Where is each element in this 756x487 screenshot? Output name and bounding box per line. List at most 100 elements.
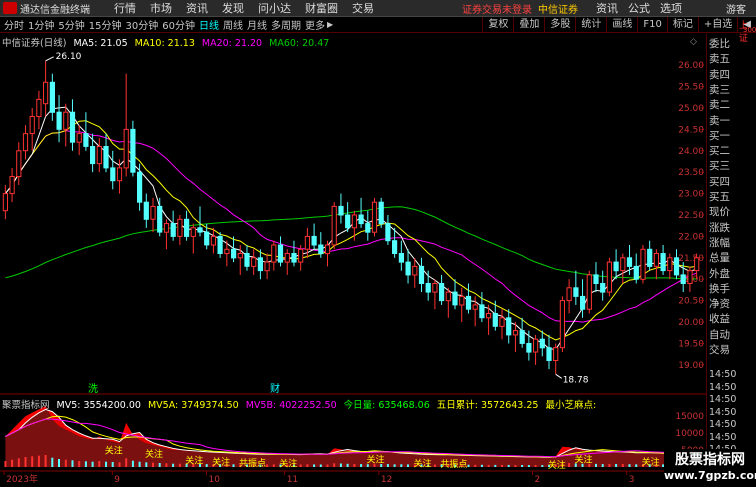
candle-body [398,253,404,263]
price-tick-label-7: 22.50 [678,211,704,221]
candle-body [653,253,659,267]
menu-item-wealth[interactable]: 财富圈 [305,0,338,16]
menu-item-discover[interactable]: 发现 [222,0,244,16]
date-label-6: 3 [629,475,635,485]
period-monthly[interactable]: 月线 [247,17,267,32]
candle-body [418,265,425,284]
volume-bar [501,464,503,467]
options-button[interactable]: 选项 [660,0,682,16]
period-multi[interactable]: 多周期 [271,17,301,32]
volume-bar [17,458,20,467]
candle-body [311,235,317,246]
formula-button[interactable]: 公式 [628,0,650,16]
menu-item-news[interactable]: 资讯 [186,0,208,16]
volume-bar [105,461,107,467]
volume-signal-label-4: 共振点 [239,457,266,469]
ma5-line [5,106,697,351]
candle-body [331,205,337,246]
date-label-1: 9 [114,475,120,485]
quote-label-11: 现价 [709,206,730,219]
candle-body [519,330,525,344]
volume-bar [474,464,477,467]
period-30min[interactable]: 30分钟 [125,17,158,32]
period-daily[interactable]: 日线 [199,17,219,32]
period-60min[interactable]: 60分钟 [162,17,195,32]
period-5min[interactable]: 5分钟 [58,17,84,32]
candle-body [559,300,565,349]
quote-label-19: 自动 [709,328,730,341]
candle-body [687,270,693,284]
period-weekly[interactable]: 周线 [223,17,243,32]
low-marker-label: 18.78 [563,375,589,385]
multi-stock-button[interactable]: 多股 [544,16,575,33]
volume-bar [601,464,604,467]
candle-body [533,338,539,353]
volume-signal-label-8: 共振点 [440,458,467,470]
period-15min[interactable]: 15分钟 [89,17,122,32]
indicator-title[interactable]: 聚票指标网 [2,400,50,411]
price-tick-label-4: 24.00 [678,147,704,157]
mark-button[interactable]: 标记 [666,16,698,33]
date-label-4: 12 [381,475,392,485]
candle-body [439,283,445,302]
candle-body [452,291,458,306]
quote-label-7: 买二 [709,145,730,158]
overlay-button[interactable]: 叠加 [513,16,544,33]
candle-body [22,133,29,152]
candle-body [459,295,465,306]
more-arrow-icon[interactable]: ▶ [327,20,333,29]
candle-body [539,338,545,349]
stats-button[interactable]: 统计 [575,16,606,33]
volume-bar [527,465,530,467]
volume-bar [534,465,537,467]
volume-bar [31,456,34,467]
candle-body [29,116,35,135]
price-tick-label-13: 19.50 [678,339,704,349]
volume-signal-label-11: 关注 [642,456,660,468]
menu-item-market[interactable]: 市场 [150,0,172,16]
candle-body [673,257,680,276]
f10-button[interactable]: F10 [637,16,666,33]
quote-label-13: 涨幅 [709,236,730,249]
volume-bar [407,464,409,467]
period-more[interactable]: 更多 [305,17,325,32]
volume-bar [568,463,571,467]
adjust-button[interactable]: 复权 [482,16,513,33]
candle-body [405,261,411,276]
volume-bar [628,464,631,467]
candle-body [606,261,612,293]
min-point-label: 最小芝麻点: [545,400,597,411]
period-tick[interactable]: 分时 [4,17,24,32]
draw-line-button[interactable]: 画线 [606,16,637,33]
volume-bar [71,460,74,467]
chart-area[interactable]: 26.00 25.50 25.00 24.50 24.00 23.50 23.00 22.50… [0,34,706,487]
period-1min[interactable]: 1分钟 [28,17,54,32]
quote-label-1: 卖五 [709,53,730,66]
trade-time-5: 14:50 [709,431,737,443]
menu-item-ask[interactable]: 问小达 [258,0,291,16]
candle-body [130,128,136,173]
candle-body [499,317,505,327]
menu-item-trade[interactable]: 交易 [352,0,374,16]
candle-body [63,111,69,130]
broker-name[interactable]: 中信证券 [538,1,578,16]
volume-signal-label-6: 关注 [366,454,384,466]
trade-time-4: 14:50 [709,419,737,430]
candle-body [432,283,438,293]
add-favorite-button[interactable]: +自选 [697,16,737,33]
volume-tick-label-1: 10000 [675,429,704,439]
volume-bar [24,457,27,467]
candle-body [251,257,257,267]
high-marker-line [45,56,54,62]
candle-body [123,128,129,169]
volume-bar [205,464,208,467]
volume-area-dark [5,406,697,467]
candle-body [371,201,378,233]
login-warning[interactable]: 证券交易未登录 [462,1,532,16]
menu-item-quotes[interactable]: 行情 [114,0,136,16]
volume-bar [152,462,154,467]
candle-body [667,257,673,272]
system-news-button[interactable]: 资讯 [596,0,618,16]
guest-user[interactable]: 游客 [726,1,746,16]
kline-chart[interactable]: 26.00 25.50 25.00 24.50 24.00 23.50 23.00 22.50… [0,34,706,487]
